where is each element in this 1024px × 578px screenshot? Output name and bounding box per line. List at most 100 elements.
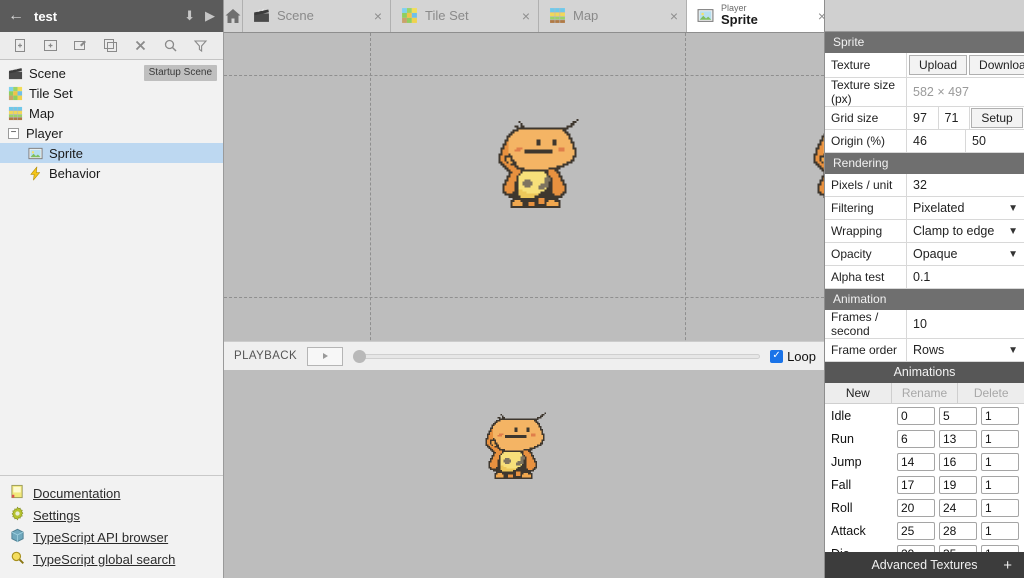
row-alpha-test: Alpha test 0.1 (825, 266, 1024, 289)
animation-row[interactable]: Roll (825, 496, 1024, 519)
animation-start-frame[interactable] (897, 452, 935, 471)
animation-row[interactable]: Run (825, 427, 1024, 450)
advanced-textures-bar[interactable]: Advanced Textures + (825, 552, 1024, 578)
playback-bar: PLAYBACK ✓ Loop (224, 341, 824, 370)
wrapping-select[interactable]: Clamp to edge ▼ (907, 220, 1024, 242)
animation-row[interactable]: Idle (825, 404, 1024, 427)
sidebar-link-typescript-global-search[interactable]: TypeScript global search (0, 548, 223, 570)
loop-checkbox[interactable]: ✓ (770, 349, 784, 363)
grid-size-height-field[interactable]: 71 (939, 107, 970, 129)
animation-speed[interactable] (981, 406, 1019, 425)
animation-speed[interactable] (981, 498, 1019, 517)
tree-expander[interactable]: − (8, 127, 19, 139)
animation-end-frame[interactable] (939, 498, 977, 517)
animation-name: Idle (831, 408, 852, 423)
map-icon (549, 7, 566, 24)
grid-guide-horizontal (224, 75, 824, 76)
tree-item-label: Map (29, 105, 55, 121)
loop-toggle[interactable]: ✓ Loop (770, 349, 816, 364)
new-asset-icon[interactable] (6, 34, 34, 58)
animation-delete-button[interactable]: Delete (958, 383, 1024, 403)
tab-label: Tile Set (425, 8, 469, 23)
inspector-panel: Sprite Texture Upload Download Texture s… (824, 0, 1024, 578)
animation-start-frame[interactable] (897, 406, 935, 425)
tab-label: Sprite (721, 12, 758, 28)
playback-play-button[interactable] (307, 346, 344, 366)
filtering-select[interactable]: Pixelated ▼ (907, 197, 1024, 219)
new-folder-icon[interactable] (36, 34, 64, 58)
fps-field[interactable]: 10 (907, 310, 1024, 338)
download-button[interactable]: Download (969, 55, 1024, 75)
animation-new-button[interactable]: New (825, 383, 892, 403)
animation-name: Run (831, 431, 854, 446)
download-icon[interactable]: ⬇ (184, 8, 195, 24)
add-texture-icon[interactable]: + (1003, 558, 1012, 573)
animation-row[interactable]: Fall (825, 473, 1024, 496)
origin-y-field[interactable]: 50 (966, 130, 1024, 152)
project-bar: ← test ⬇ ▶ (0, 0, 223, 32)
alpha-test-field[interactable]: 0.1 (907, 266, 1024, 288)
animation-rename-button[interactable]: Rename (891, 383, 959, 403)
startup-scene-badge: Startup Scene (143, 65, 217, 81)
tree-item-behavior[interactable]: Behavior (0, 163, 223, 183)
sidebar-link-documentation[interactable]: Documentation (0, 482, 223, 504)
upload-button[interactable]: Upload (909, 55, 968, 75)
tab-tile-set[interactable]: Tile Set × (390, 0, 538, 32)
rename-icon[interactable] (66, 34, 94, 58)
animation-start-frame[interactable] (897, 498, 935, 517)
pixels-per-unit-label: Pixels / unit (825, 174, 907, 196)
tab-map[interactable]: Map × (538, 0, 686, 32)
delete-icon[interactable] (126, 34, 154, 58)
animation-speed[interactable] (981, 521, 1019, 540)
animation-preview-sprite (439, 390, 585, 497)
pixels-per-unit-field[interactable]: 32 (907, 174, 1024, 196)
animation-row[interactable]: Attack (825, 519, 1024, 542)
animation-row[interactable]: Jump (825, 450, 1024, 473)
playback-slider-thumb[interactable] (353, 349, 367, 363)
playback-slider[interactable] (353, 349, 761, 363)
frame-order-select[interactable]: Rows ▼ (907, 339, 1024, 361)
origin-x-field[interactable]: 46 (907, 130, 966, 152)
tab-close-icon[interactable]: × (518, 8, 530, 24)
sidebar-link-settings[interactable]: Settings (0, 504, 223, 526)
animation-end-frame[interactable] (939, 475, 977, 494)
sprite-sheet-canvas[interactable]: PLAYBACK ✓ Loop (224, 33, 824, 370)
sidebar-link-typescript-api-browser[interactable]: TypeScript API browser (0, 526, 223, 548)
tab-scene[interactable]: Scene × (242, 0, 390, 32)
row-texture: Texture Upload Download (825, 53, 1024, 78)
animation-end-frame[interactable] (939, 521, 977, 540)
grid-size-label: Grid size (825, 107, 907, 129)
animation-speed[interactable] (981, 475, 1019, 494)
search-icon[interactable] (156, 34, 184, 58)
grid-setup-button[interactable]: Setup (971, 108, 1023, 128)
filter-icon[interactable] (186, 34, 214, 58)
chevron-down-icon: ▼ (1008, 248, 1018, 260)
asset-tree: Scene Startup Scene Tile Set Map − Player Spri… (0, 60, 223, 475)
home-icon[interactable] (224, 0, 242, 32)
sprite-icon (28, 146, 43, 161)
back-arrow-icon[interactable]: ← (8, 8, 24, 24)
animation-start-frame[interactable] (897, 521, 935, 540)
tree-item-tile-set[interactable]: Tile Set (0, 83, 223, 103)
tree-item-map[interactable]: Map (0, 103, 223, 123)
animation-start-frame[interactable] (897, 429, 935, 448)
opacity-select[interactable]: Opaque ▼ (907, 243, 1024, 265)
tab-close-icon[interactable]: × (666, 8, 678, 24)
animation-speed[interactable] (981, 452, 1019, 471)
main-area: Scene×Tile Set×Map×PlayerSprite×PlayerBe… (224, 0, 1015, 578)
animation-start-frame[interactable] (897, 475, 935, 494)
animation-end-frame[interactable] (939, 452, 977, 471)
tileset-icon (8, 86, 23, 101)
tree-item-sprite[interactable]: Sprite (0, 143, 223, 163)
tab-close-icon[interactable]: × (370, 8, 382, 24)
grid-size-width-field[interactable]: 97 (907, 107, 939, 129)
tab-sprite[interactable]: Player Sprite × (686, 0, 834, 32)
play-icon[interactable]: ▶ (205, 8, 215, 24)
duplicate-icon[interactable] (96, 34, 124, 58)
left-sidebar: ← test ⬇ ▶ Scene Startup Scene Tile Set … (0, 0, 224, 578)
animation-speed[interactable] (981, 429, 1019, 448)
animation-end-frame[interactable] (939, 406, 977, 425)
tree-item-scene[interactable]: Scene Startup Scene (0, 63, 223, 83)
tree-item-player[interactable]: − Player (0, 123, 223, 143)
animation-end-frame[interactable] (939, 429, 977, 448)
